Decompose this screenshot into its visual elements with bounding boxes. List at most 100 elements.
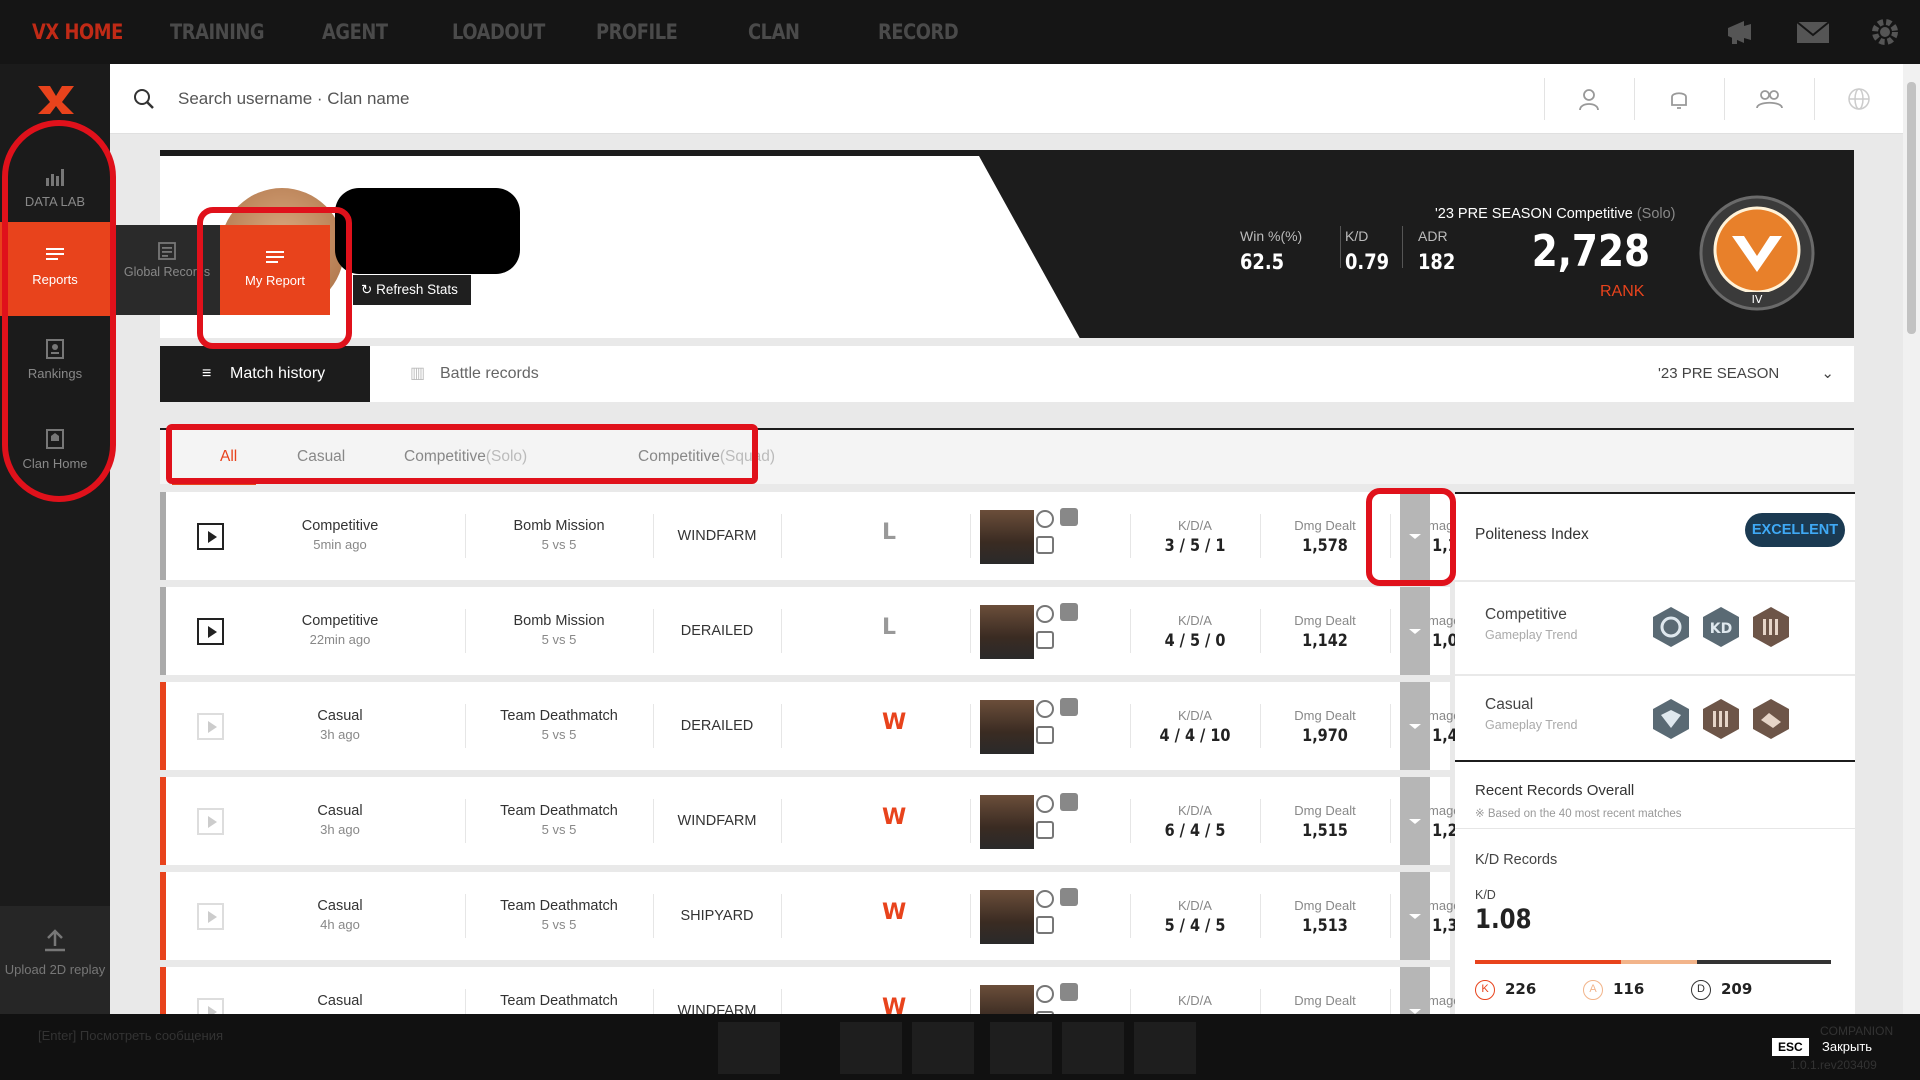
- refresh-stats-button[interactable]: ↻ Refresh Stats: [353, 275, 471, 305]
- bottom-agent-icon[interactable]: [840, 1022, 902, 1074]
- kda-cell: K/D/A 4 / 4 / 10: [1130, 708, 1260, 746]
- vx-logo-icon[interactable]: [36, 84, 76, 116]
- expand-row-button[interactable]: [1400, 587, 1430, 675]
- tab-match-history[interactable]: ≡ Match history: [160, 346, 370, 402]
- play-replay-button[interactable]: [197, 618, 224, 645]
- records-icon: [158, 242, 176, 260]
- recent-records-panel: Recent Records Overall ※ Based on the 40…: [1455, 760, 1855, 1014]
- type-cell: Team Deathmatch 5 vs 5: [465, 708, 653, 742]
- list-icon: ≡: [202, 365, 212, 382]
- team-size-text: 5 vs 5: [541, 917, 577, 932]
- agent-portrait: [980, 700, 1034, 754]
- upload-replay-button[interactable]: Upload 2D replay: [0, 906, 110, 1016]
- match-row[interactable]: Casual 3h ago Team Deathmatch 5 vs 5 WINDFAR…: [160, 777, 1499, 865]
- play-replay-button[interactable]: [197, 998, 224, 1014]
- nav-loadout[interactable]: LOADOUT: [452, 20, 545, 44]
- team-size-text: 5 vs 5: [541, 632, 577, 647]
- result-bar: [160, 872, 166, 960]
- team-size-text: 5 vs 5: [541, 822, 577, 837]
- expand-row-button[interactable]: [1400, 777, 1430, 865]
- tab-battle-records[interactable]: ▥ Battle records: [410, 346, 539, 402]
- bottom-armor-icon[interactable]: [912, 1022, 974, 1074]
- gear-slot-icon: [1036, 536, 1054, 554]
- perk-icon: [1036, 700, 1054, 718]
- play-replay-button[interactable]: [197, 523, 224, 550]
- kda-value: 3 / 5 / 1: [1164, 536, 1226, 556]
- dmg-label: Dmg Dealt: [1294, 518, 1356, 533]
- kda-value: 4 / 4 / 10: [1159, 726, 1231, 746]
- dmg-value: 1,513: [1302, 916, 1348, 936]
- team-size-text: 5 vs 5: [541, 727, 577, 742]
- bottom-mascot-icon[interactable]: [718, 1022, 780, 1074]
- skill-icon: [1060, 793, 1078, 811]
- page-scrollbar[interactable]: [1903, 64, 1920, 1014]
- expand-row-button[interactable]: [1400, 872, 1430, 960]
- divider: [1724, 78, 1725, 120]
- match-type-text: Bomb Mission: [513, 613, 605, 629]
- recent-note: ※ Based on the 40 most recent matches: [1475, 808, 1682, 820]
- gear-icon[interactable]: [1869, 16, 1901, 48]
- result-text: L: [882, 615, 897, 640]
- competitive-trend: Competitive Gameplay Trend KD: [1455, 582, 1855, 674]
- politeness-panel: Politeness Index EXCELLENT: [1455, 492, 1855, 580]
- chevron-down-icon: ⌄: [1821, 365, 1834, 382]
- trend-subtitle: Gameplay Trend: [1485, 628, 1578, 642]
- match-row[interactable]: Casual 4h ago Team Deathmatch 5 vs 5 SHIPYAR…: [160, 872, 1499, 960]
- agent-portrait: [980, 985, 1034, 1014]
- nav-record[interactable]: RECORD: [878, 20, 959, 44]
- result-text: W: [882, 995, 907, 1014]
- globe-icon[interactable]: [1846, 86, 1872, 112]
- divider: [970, 989, 971, 1014]
- match-row[interactable]: Competitive 5min ago Bomb Mission 5 vs 5 WIN…: [160, 492, 1499, 580]
- trend-hex-icon: [1753, 699, 1789, 739]
- match-row[interactable]: Competitive 22min ago Bomb Mission 5 vs 5 DE…: [160, 587, 1499, 675]
- nav-vx-home[interactable]: VX HOME: [32, 20, 123, 44]
- type-cell: Team Deathmatch 5 vs 5: [465, 898, 653, 932]
- bottom-mascot-2-icon[interactable]: [1062, 1022, 1124, 1074]
- match-row[interactable]: Casual 3h ago Team Deathmatch 5 vs 5 DERAILE…: [160, 682, 1499, 770]
- match-type-text: Bomb Mission: [513, 518, 605, 534]
- result-bar: [160, 777, 166, 865]
- stat-value: 182: [1418, 250, 1456, 274]
- agent-portrait: [980, 605, 1034, 659]
- scrollbar-thumb[interactable]: [1907, 82, 1916, 334]
- redacted-username: [335, 188, 520, 274]
- type-cell: Bomb Mission 5 vs 5: [465, 518, 653, 552]
- result-text: W: [882, 710, 907, 735]
- season-mode: (Solo): [1636, 206, 1676, 222]
- time-text: 3h ago: [320, 822, 360, 837]
- expand-row-button[interactable]: [1400, 682, 1430, 770]
- annotation-expand: [1366, 488, 1456, 586]
- play-replay-button[interactable]: [197, 808, 224, 835]
- bottom-target-icon[interactable]: [990, 1022, 1052, 1074]
- user-icon[interactable]: [1576, 86, 1602, 112]
- megaphone-icon[interactable]: [1724, 16, 1756, 48]
- politeness-badge: EXCELLENT: [1745, 513, 1845, 547]
- friends-icon[interactable]: [1754, 86, 1784, 112]
- result-text: W: [882, 805, 907, 830]
- politeness-title: Politeness Index: [1475, 526, 1589, 543]
- play-replay-button[interactable]: [197, 713, 224, 740]
- search-input[interactable]: [176, 84, 776, 114]
- season-select-value: '23 PRE SEASON: [1658, 365, 1780, 382]
- season-label: '23 PRE SEASON Competitive (Solo): [1435, 206, 1676, 222]
- divider: [1634, 78, 1635, 120]
- casual-trend: Casual Gameplay Trend: [1455, 676, 1855, 768]
- nav-profile[interactable]: PROFILE: [596, 20, 678, 44]
- esc-key[interactable]: ESC: [1772, 1038, 1809, 1056]
- dmg-label: Dmg Dealt: [1294, 993, 1356, 1008]
- mail-icon[interactable]: [1796, 16, 1830, 48]
- nav-clan[interactable]: CLAN: [748, 20, 800, 44]
- season-select[interactable]: '23 PRE SEASON ⌄: [1658, 346, 1834, 402]
- play-replay-button[interactable]: [197, 903, 224, 930]
- main-content: ↻ Refresh Stats Win %(%) 62.5 K/D 0.79 A…: [110, 64, 1903, 1014]
- bell-icon[interactable]: [1666, 86, 1692, 112]
- tab-label: Match history: [230, 365, 326, 382]
- bottom-seed-icon[interactable]: [1134, 1022, 1196, 1074]
- match-type-text: Team Deathmatch: [500, 708, 618, 724]
- nav-training[interactable]: TRAINING: [170, 20, 265, 44]
- dmg-label: Dmg Dealt: [1294, 613, 1356, 628]
- expand-row-button[interactable]: [1400, 967, 1430, 1014]
- match-row[interactable]: Casual Team Deathmatch WINDFARM W K/D/A Dmg D…: [160, 967, 1499, 1014]
- nav-agent[interactable]: AGENT: [322, 20, 388, 44]
